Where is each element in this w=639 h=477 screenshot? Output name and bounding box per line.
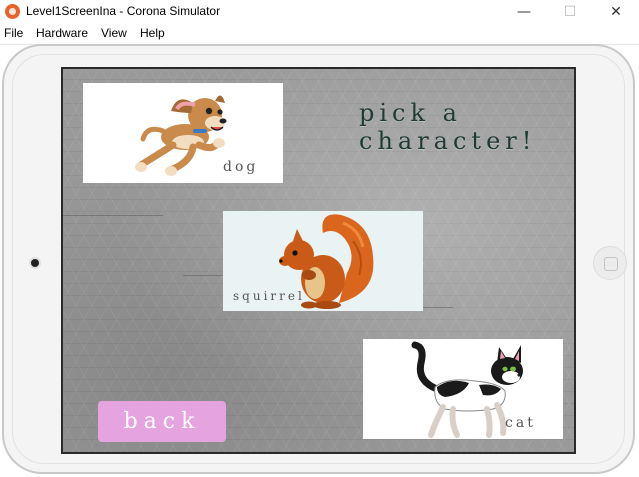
divider-line bbox=[423, 307, 453, 308]
character-card-squirrel[interactable]: squirrel bbox=[223, 211, 423, 311]
home-button[interactable] bbox=[593, 246, 627, 280]
menu-view[interactable]: View bbox=[101, 26, 127, 40]
window-title: Level1ScreenIna - Corona Simulator bbox=[26, 4, 221, 18]
window-titlebar: Level1ScreenIna - Corona Simulator — ☐ ✕ bbox=[0, 0, 639, 24]
camera-icon bbox=[31, 259, 39, 267]
page-title: pick a character! bbox=[359, 99, 537, 155]
character-card-cat[interactable]: cat bbox=[363, 339, 563, 439]
app-screen: pick a character! dog squirrel cat back bbox=[61, 67, 576, 454]
menu-help[interactable]: Help bbox=[140, 26, 165, 40]
menu-file[interactable]: File bbox=[4, 26, 23, 40]
corona-app-icon bbox=[5, 4, 20, 19]
divider-line bbox=[63, 215, 163, 216]
divider-line bbox=[183, 275, 223, 276]
character-label: squirrel bbox=[233, 289, 305, 303]
close-button[interactable]: ✕ bbox=[593, 0, 639, 24]
maximize-button[interactable]: ☐ bbox=[547, 0, 593, 24]
character-label: dog bbox=[223, 159, 259, 175]
minimize-button[interactable]: — bbox=[501, 0, 547, 24]
menu-hardware[interactable]: Hardware bbox=[36, 26, 88, 40]
character-card-dog[interactable]: dog bbox=[83, 83, 283, 183]
character-label: cat bbox=[505, 415, 536, 431]
back-button[interactable]: back bbox=[98, 401, 226, 442]
menu-bar: File Hardware View Help bbox=[0, 24, 639, 45]
